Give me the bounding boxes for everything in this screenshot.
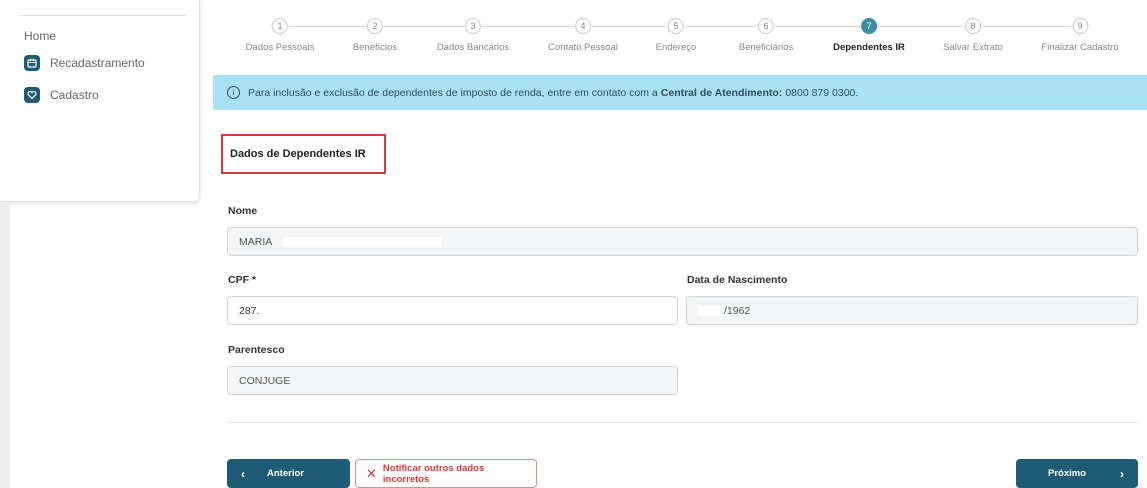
- previous-button-label: Anterior: [267, 468, 304, 479]
- cpf-label: CPF *: [228, 274, 257, 286]
- step-number: 7: [860, 18, 877, 34]
- parentesco-value: CONJUGE: [239, 374, 291, 387]
- nome-field: MARIA: [227, 227, 1138, 256]
- step-number: 2: [367, 18, 383, 34]
- sidebar: Home Recadastramento Cadastro: [0, 0, 200, 202]
- cpf-field[interactable]: 287.: [227, 296, 678, 325]
- close-icon: ✕: [366, 465, 377, 481]
- step-number: 8: [964, 18, 981, 34]
- parentesco-label: Parentesco: [228, 344, 285, 356]
- step-number: 4: [575, 18, 591, 34]
- sidebar-item-label: Recadastramento: [50, 56, 145, 70]
- background-strip: [0, 202, 10, 488]
- chevron-left-icon: ‹: [241, 466, 245, 481]
- nome-value: MARIA: [239, 235, 273, 248]
- sidebar-item-cadastro[interactable]: Cadastro: [24, 87, 99, 103]
- stepper: 1 Dados Pessoais 2 Benefícios 3 Dados Bancári…: [213, 18, 1147, 58]
- redacted-mask: [698, 305, 720, 316]
- step-label: Finalizar Cadastro: [1041, 42, 1119, 53]
- heart-icon: [24, 87, 40, 103]
- sidebar-item-label: Cadastro: [50, 88, 99, 102]
- step-number: 1: [272, 18, 288, 34]
- step-4[interactable]: 4 Contato Pessoal: [548, 18, 618, 53]
- step-6[interactable]: 6 Beneficiários: [739, 18, 793, 53]
- step-label: Dependentes IR: [833, 42, 905, 53]
- alert-phone: 0800 879 0300.: [785, 86, 859, 99]
- info-icon: i: [227, 86, 240, 99]
- next-button-label: Próximo: [1048, 468, 1087, 479]
- section-title-text: Dados de Dependentes IR: [230, 148, 366, 160]
- previous-button[interactable]: ‹ Anterior: [227, 459, 350, 488]
- step-label: Dados Pessoais: [245, 42, 315, 53]
- redacted-mask: [282, 236, 443, 247]
- next-button[interactable]: Próximo ›: [1016, 459, 1138, 488]
- step-label: Dados Bancários: [436, 42, 510, 53]
- sidebar-item-label: Home: [24, 29, 57, 43]
- form-divider: [227, 422, 1138, 423]
- step-8[interactable]: 8 Salvar Extrato: [943, 18, 1003, 53]
- step-label: Endereço: [655, 42, 697, 53]
- calendar-icon: [24, 55, 40, 71]
- step-2[interactable]: 2 Benefícios: [353, 18, 397, 53]
- nome-label: Nome: [228, 205, 258, 217]
- step-number: 5: [667, 18, 684, 34]
- step-label: Contato Pessoal: [548, 42, 618, 53]
- info-alert: i Para inclusão e exclusão de dependente…: [213, 75, 1147, 110]
- nascimento-value: /1962: [724, 304, 751, 317]
- step-3[interactable]: 3 Dados Bancários: [437, 18, 509, 53]
- step-number: 6: [757, 18, 774, 34]
- sidebar-divider: [20, 15, 186, 16]
- cpf-value: 287.: [239, 304, 260, 317]
- step-number: 3: [464, 18, 481, 34]
- sidebar-item-home[interactable]: Home: [24, 29, 56, 43]
- nascimento-label: Data de Nascimento: [687, 274, 788, 286]
- alert-bold-text: Central de Atendimento:: [660, 86, 783, 99]
- section-title: Dados de Dependentes IR: [221, 134, 386, 174]
- sidebar-item-recadastramento[interactable]: Recadastramento: [24, 55, 145, 71]
- step-label: Benefícios: [352, 42, 398, 53]
- alert-text: Para inclusão e exclusão de dependentes …: [248, 86, 658, 99]
- step-label: Beneficiários: [738, 42, 794, 53]
- step-7[interactable]: 7 Dependentes IR: [833, 18, 905, 53]
- chevron-right-icon: ›: [1120, 466, 1124, 481]
- step-9[interactable]: 9 Finalizar Cadastro: [1041, 18, 1119, 53]
- nascimento-field: /1962: [686, 296, 1138, 325]
- background-strip: [10, 202, 199, 204]
- notify-incorrect-data-button[interactable]: ✕ Notificar outros dados incorretos: [355, 459, 537, 488]
- step-label: Salvar Extrato: [943, 42, 1003, 53]
- notify-button-label: Notificar outros dados incorretos: [382, 462, 485, 485]
- step-number: 9: [1072, 18, 1088, 34]
- parentesco-field: CONJUGE: [227, 366, 678, 395]
- step-1[interactable]: 1 Dados Pessoais: [245, 18, 315, 53]
- step-5[interactable]: 5 Endereço: [655, 18, 697, 53]
